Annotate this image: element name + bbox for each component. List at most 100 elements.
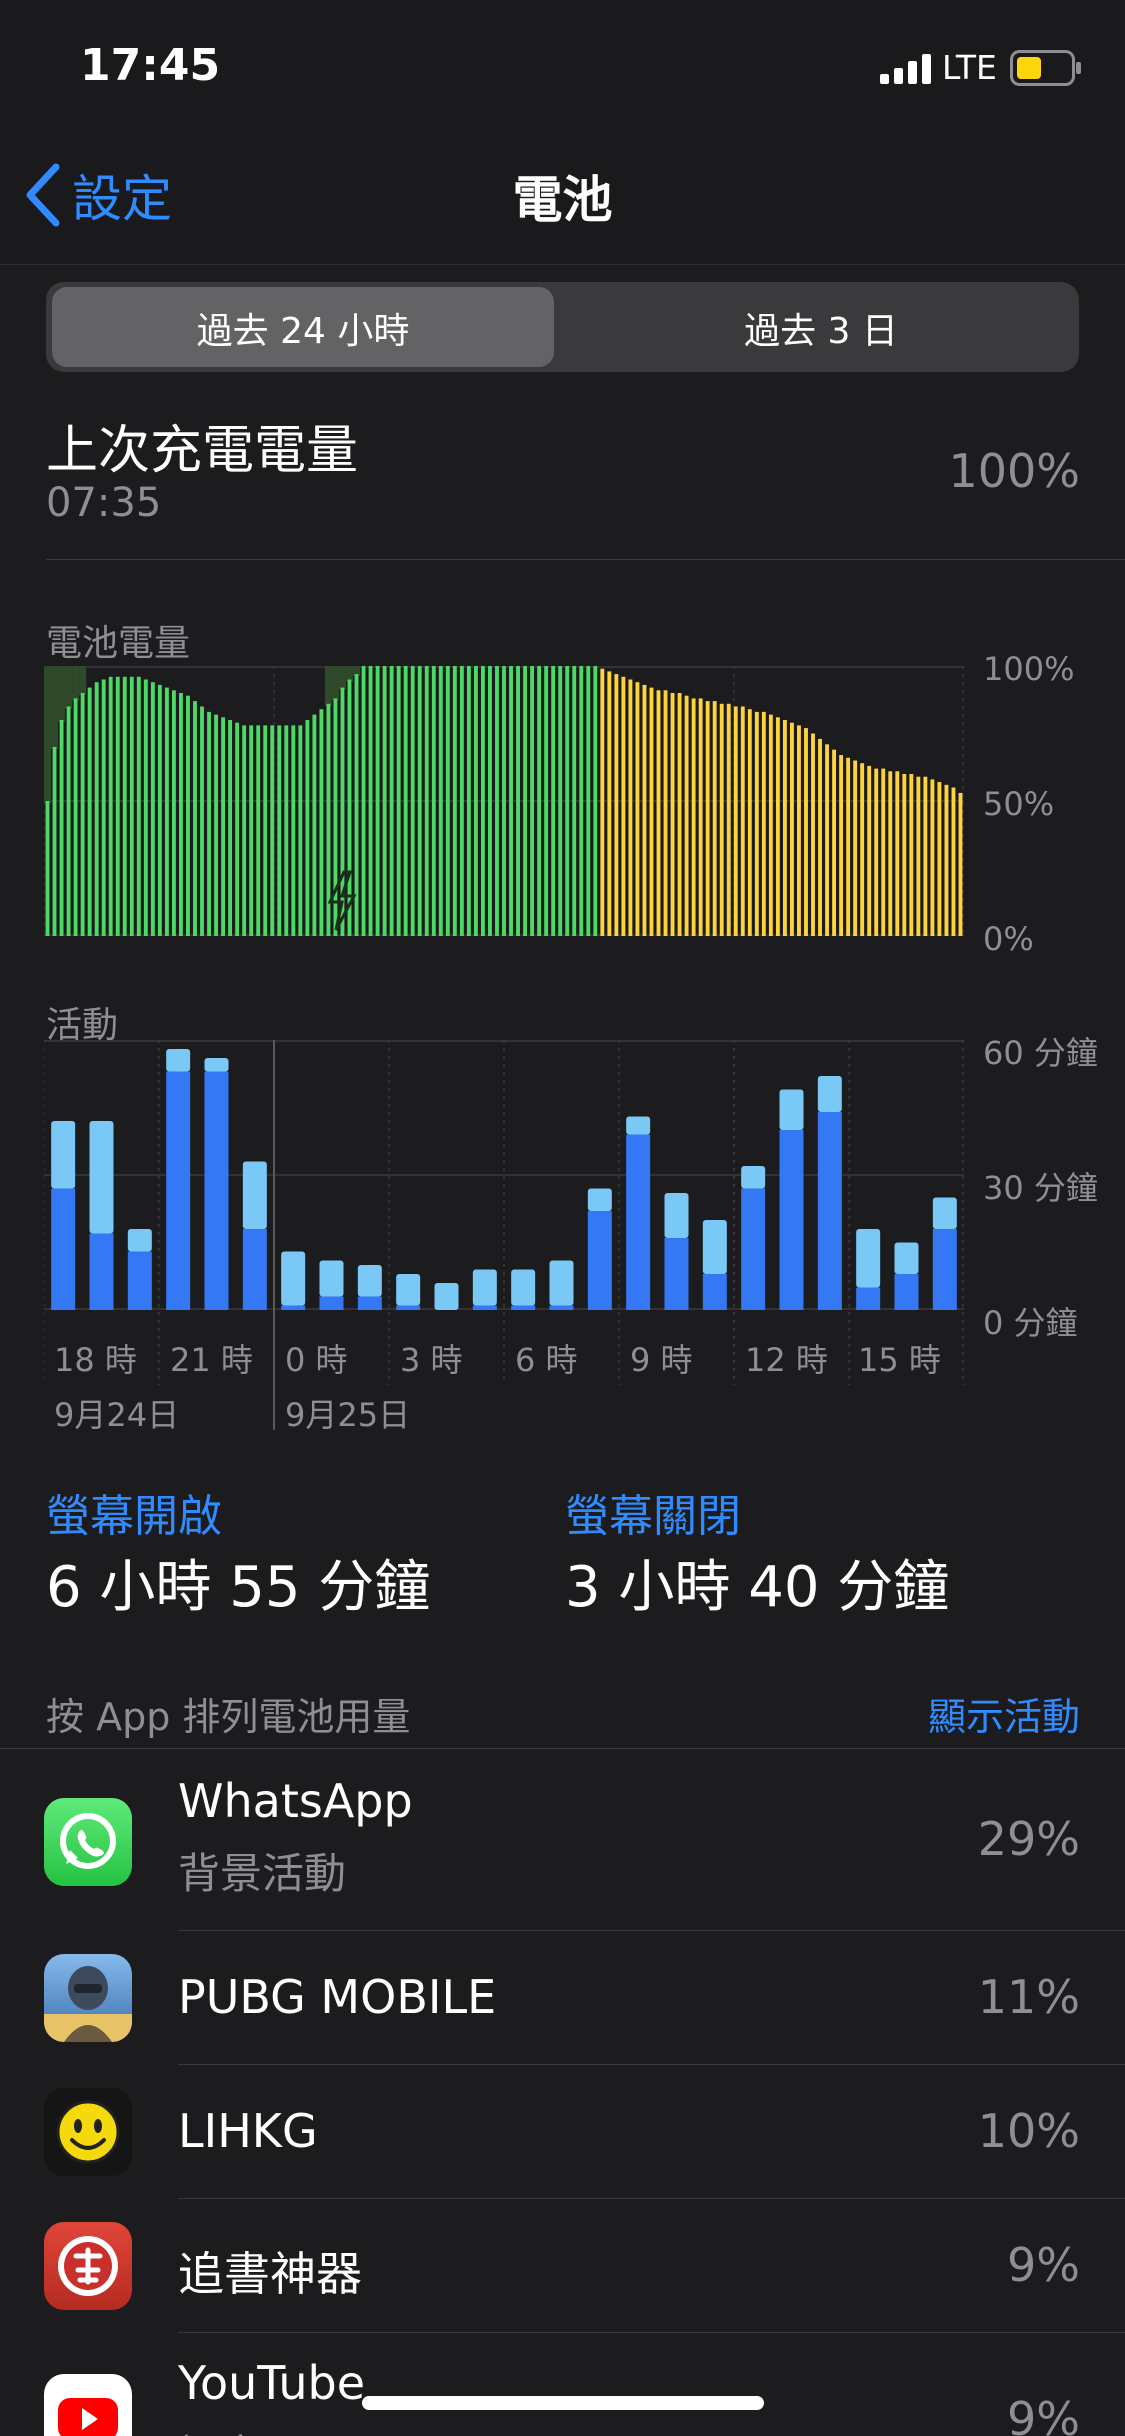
battery-bar — [375, 666, 380, 936]
battery-bar — [452, 666, 457, 936]
battery-bar — [256, 725, 261, 936]
app-name: 追書神器 — [178, 2247, 362, 2301]
battery-bar — [846, 757, 851, 936]
divider — [0, 1748, 1125, 1749]
battery-bar — [410, 666, 415, 936]
battery-bar — [417, 666, 422, 936]
app-percent: 11% — [977, 1970, 1080, 2024]
battery-bar — [733, 706, 738, 936]
battery-bar — [200, 706, 204, 936]
activity-x-label: 18 時 — [54, 1341, 137, 1379]
battery-bar — [171, 690, 176, 936]
activity-date-label: 9月25日 — [285, 1396, 411, 1434]
battery-bar — [466, 666, 471, 936]
activity-bar-screen-off — [51, 1121, 76, 1189]
battery-bar — [628, 679, 633, 936]
activity-bar-screen-off — [242, 1161, 267, 1229]
battery-bar — [895, 771, 900, 936]
activity-bar-screen-on — [549, 1305, 574, 1310]
battery-bar — [94, 682, 99, 936]
battery-bar — [775, 717, 780, 936]
battery-bar — [705, 701, 710, 936]
battery-bar — [951, 787, 956, 936]
battery-bar — [768, 714, 773, 936]
activity-bar-screen-off — [127, 1229, 152, 1252]
activity-bar-screen-off — [932, 1197, 957, 1229]
home-indicator — [362, 2396, 764, 2410]
battery-bar — [431, 666, 436, 936]
battery-y-label-100: 100% — [983, 650, 1075, 688]
battery-bar — [867, 765, 872, 936]
battery-level-chart — [44, 666, 964, 936]
battery-bar — [270, 725, 275, 936]
lihkg-smiley-icon — [44, 2088, 132, 2176]
divider — [178, 2332, 1125, 2333]
battery-bar — [740, 706, 745, 936]
activity-bar-screen-on — [51, 1188, 76, 1310]
battery-bar — [530, 666, 535, 936]
battery-bar — [122, 676, 127, 936]
activity-bar-screen-off — [357, 1265, 382, 1297]
battery-bar — [593, 666, 598, 936]
app-row-youtube[interactable]: YouTube 語音 9% — [0, 2334, 1125, 2436]
show-activity-button[interactable]: 顯示活動 — [880, 1686, 1080, 1741]
activity-y-label-60: 60 分鐘 — [983, 1034, 1098, 1072]
activity-x-label: 6 時 — [515, 1341, 578, 1379]
battery-bar — [579, 666, 584, 936]
battery-bar — [537, 666, 542, 936]
battery-bar — [179, 693, 183, 936]
activity-bar-screen-on — [741, 1188, 766, 1310]
app-row-book-reader[interactable]: 追書神器 9% — [0, 2200, 1125, 2332]
battery-bar — [782, 720, 787, 936]
activity-bar-screen-on — [894, 1274, 919, 1310]
battery-bar — [888, 771, 893, 936]
youtube-icon — [44, 2374, 132, 2436]
segment-3-days[interactable]: 過去 3 日 — [570, 302, 1072, 354]
battery-bar — [66, 706, 71, 936]
battery-bar — [944, 784, 949, 936]
battery-bar — [958, 792, 963, 936]
battery-bar — [572, 666, 577, 936]
activity-bar-screen-off — [89, 1121, 114, 1234]
segment-24-hours[interactable]: 過去 24 小時 — [52, 302, 554, 354]
battery-bar — [832, 749, 837, 936]
last-charge-title: 上次充電電量 — [46, 421, 359, 481]
divider — [178, 2064, 1125, 2065]
activity-bar-screen-off — [779, 1089, 804, 1130]
battery-bar — [45, 801, 50, 936]
battery-bar — [881, 768, 886, 936]
battery-charging-bar — [65, 666, 73, 709]
battery-bar — [389, 666, 394, 936]
battery-bar — [635, 682, 640, 936]
activity-bar-screen-on — [664, 1238, 689, 1310]
battery-bar — [726, 703, 731, 936]
app-row-lihkg[interactable]: LIHKG 10% — [0, 2066, 1125, 2198]
battery-bar — [263, 725, 268, 936]
battery-bar — [396, 666, 401, 936]
battery-bar — [902, 774, 907, 936]
app-percent: 29% — [977, 1812, 1080, 1866]
battery-bar — [551, 666, 556, 936]
app-row-whatsapp[interactable]: WhatsApp 背景活動 29% — [0, 1750, 1125, 1930]
activity-bar-screen-off — [511, 1269, 536, 1306]
battery-status-icon — [1010, 50, 1082, 90]
activity-bar-screen-off — [472, 1269, 497, 1306]
activity-bar-screen-on — [511, 1305, 536, 1310]
battery-bar — [235, 722, 240, 936]
activity-bar-screen-off — [587, 1188, 612, 1211]
battery-bar — [207, 711, 211, 936]
battery-bar — [298, 725, 303, 936]
activity-bar-screen-on — [127, 1251, 152, 1310]
battery-bar — [368, 666, 373, 936]
activity-bar-screen-on — [396, 1305, 421, 1310]
battery-bar — [305, 720, 310, 936]
battery-bar — [754, 711, 759, 936]
battery-bar — [284, 725, 289, 936]
battery-bar — [108, 676, 113, 936]
activity-bar-screen-on — [166, 1071, 191, 1310]
battery-bar — [242, 725, 247, 936]
activity-x-label: 21 時 — [170, 1341, 253, 1379]
battery-bar — [558, 666, 563, 936]
divider — [178, 1930, 1125, 1931]
app-row-pubg-mobile[interactable]: PUBG MOBILE 11% — [0, 1932, 1125, 2064]
